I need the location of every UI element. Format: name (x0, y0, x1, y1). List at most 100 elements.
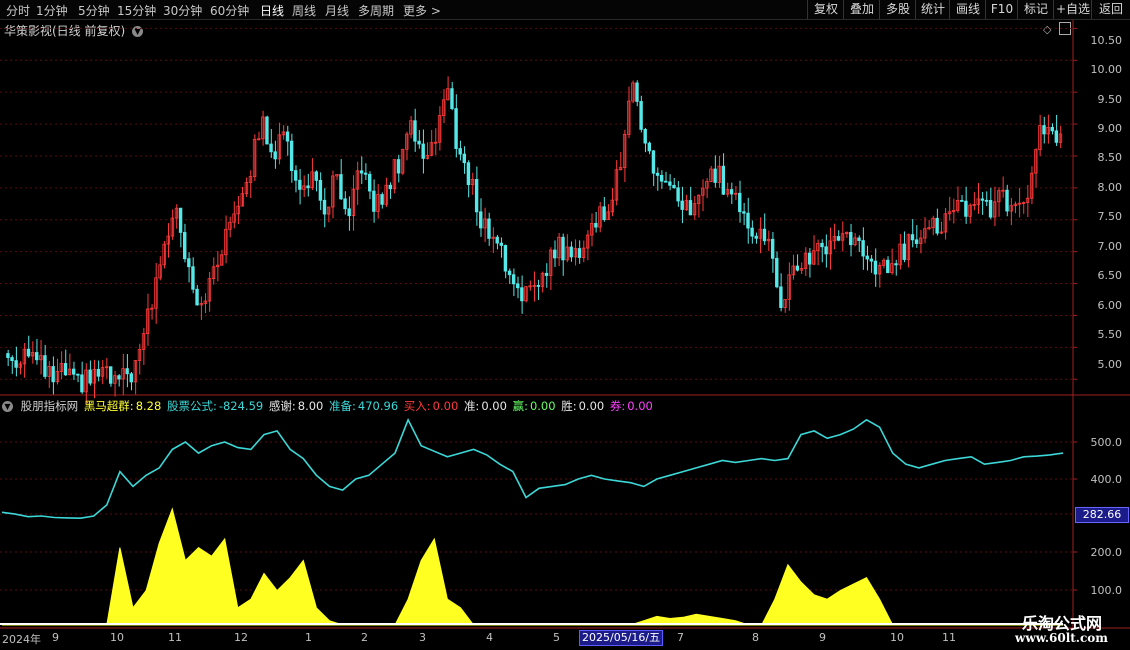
candle-body (762, 228, 767, 242)
indicator-axis-label: 400.0 (1090, 473, 1123, 486)
candle-body (10, 357, 14, 362)
cursor-date-badge: 2025/05/16/五 (579, 630, 664, 646)
candle-body (984, 199, 989, 202)
price-axis-label: 5.50 (1097, 328, 1123, 341)
candle-body (713, 168, 717, 183)
current-value-badge: 282.66 (1075, 507, 1129, 523)
candle-body (676, 187, 680, 202)
x-axis-label: 9 (52, 631, 59, 644)
chevron-down-icon[interactable]: ▼ (2, 401, 13, 412)
candle-body (873, 260, 878, 275)
candle-body (273, 151, 277, 160)
price-axis-label: 7.00 (1097, 240, 1123, 253)
candle-body (479, 211, 483, 229)
candle-body (988, 199, 993, 218)
candle-body (388, 184, 392, 190)
candle-body (499, 242, 504, 246)
candle-body (910, 234, 915, 241)
candle-body (88, 369, 92, 384)
x-axis-label: 7 (677, 631, 684, 644)
indicator-value-sheng: 0.00 (578, 399, 605, 413)
price-axis-label: 9.00 (1097, 122, 1123, 135)
indicator-value-ganxie: 8.00 (297, 399, 324, 413)
candle-body (466, 162, 471, 186)
price-axis-label: 7.50 (1097, 210, 1123, 223)
indicator-value-zhun: 0.00 (481, 399, 507, 413)
candle-body (516, 283, 520, 289)
candle-body (1050, 126, 1054, 132)
candle-body (960, 200, 964, 202)
candle-body (195, 288, 199, 306)
candle-body (343, 198, 347, 210)
candle-body (71, 368, 76, 375)
candle-body (824, 246, 828, 255)
indicator-label-ying: 赢: (512, 399, 528, 413)
indicator-value-zhunbei: 470.96 (357, 399, 399, 413)
kline-chart-canvas[interactable] (0, 0, 1130, 650)
candle-body (721, 165, 726, 195)
candle-body (339, 174, 343, 200)
candle-body (43, 355, 47, 377)
candle-body (729, 189, 734, 195)
x-axis-label: 8 (752, 631, 759, 644)
price-axis-label: 5.00 (1097, 358, 1123, 371)
candle-body (117, 375, 121, 380)
candle-body (779, 286, 783, 308)
candle-body (63, 363, 68, 376)
candle-body (495, 236, 499, 244)
candle-body (380, 194, 384, 205)
candle-body (536, 285, 541, 287)
candle-body (738, 192, 742, 213)
x-axis-label: 11 (168, 631, 182, 644)
candle-body (454, 108, 458, 149)
candle-body (561, 236, 565, 261)
candle-body (474, 179, 479, 213)
candle-body (129, 373, 133, 383)
x-axis-label: 2024年 (2, 633, 41, 646)
candle-body (754, 235, 758, 239)
candle-body (861, 240, 865, 257)
indicator-axis-label: 200.0 (1090, 546, 1123, 559)
candle-body (651, 150, 656, 174)
indicator-label-zhun: 准: (463, 399, 480, 413)
candle-body (775, 257, 779, 288)
candle-body (6, 353, 10, 358)
indicator-name[interactable]: 股朋指标网 (21, 399, 79, 413)
candle-body (80, 374, 84, 393)
indicator-value-heima: 8.28 (135, 399, 162, 413)
x-axis-label: 5 (553, 631, 560, 644)
candle-body (668, 181, 672, 186)
price-axis-label: 8.00 (1097, 181, 1123, 194)
candle-body (421, 143, 425, 159)
candle-body (322, 199, 327, 215)
x-axis-label: 2 (361, 631, 368, 644)
candle-body (372, 190, 376, 212)
candle-body (655, 172, 660, 176)
price-axis-label: 9.50 (1097, 93, 1123, 106)
candle-body (869, 258, 874, 262)
candle-body (178, 207, 183, 233)
candle-body (639, 101, 643, 130)
candle-body (511, 274, 516, 285)
candle-body (742, 211, 746, 214)
candle-body (462, 153, 467, 164)
indicator-line (1, 417, 1064, 520)
indicator-histogram (2, 507, 1063, 626)
candle-body (865, 255, 869, 260)
x-axis-label: 3 (419, 631, 426, 644)
candle-body (289, 140, 294, 172)
candle-body (14, 360, 18, 368)
price-axis-label: 8.50 (1097, 151, 1123, 164)
x-axis-label: 10 (890, 631, 904, 644)
candle-body (672, 184, 676, 189)
candle-body (807, 252, 812, 265)
x-axis-label: 10 (110, 631, 124, 644)
candle-body (458, 148, 462, 155)
x-axis-label: 1 (305, 631, 312, 644)
indicator-label-sheng: 胜: (561, 399, 577, 413)
candle-body (318, 179, 323, 201)
candle-body (520, 287, 524, 302)
candle-body (298, 179, 302, 190)
candle-body (857, 237, 861, 241)
candle-body (980, 198, 985, 201)
